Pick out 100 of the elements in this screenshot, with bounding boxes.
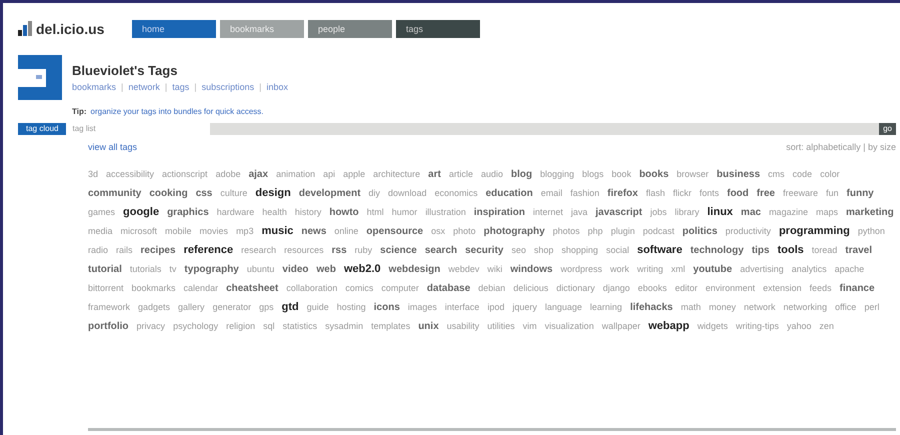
tag-link[interactable]: code [792, 164, 812, 184]
tag-link[interactable]: interface [444, 298, 480, 316]
tag-link[interactable]: guide [306, 298, 329, 316]
tag-link[interactable]: utilities [487, 316, 515, 336]
tag-link[interactable]: apple [343, 164, 366, 184]
tag-link[interactable]: firefox [607, 184, 638, 202]
tag-link[interactable]: gallery [178, 298, 205, 316]
tag-link[interactable]: programming [778, 222, 850, 240]
tag-link[interactable]: food [726, 184, 749, 202]
tag-link[interactable]: work [610, 260, 630, 278]
tag-link[interactable]: wordpress [560, 260, 602, 278]
tag-link[interactable]: ipod [487, 298, 504, 316]
tag-link[interactable]: maps [816, 202, 838, 222]
tag-link[interactable]: recipes [140, 240, 176, 260]
tag-link[interactable]: webapp [648, 316, 690, 336]
tag-link[interactable]: howto [329, 202, 359, 222]
tag-link[interactable]: ebooks [638, 278, 667, 298]
tag-link[interactable]: typography [184, 260, 239, 278]
tag-link[interactable]: media [88, 222, 113, 240]
tag-link[interactable]: extension [762, 278, 802, 298]
tag-link[interactable]: webdesign [388, 260, 440, 278]
tag-link[interactable]: writing-tips [736, 316, 779, 336]
tag-link[interactable]: tools [777, 240, 804, 260]
tag-link[interactable]: sql [263, 316, 275, 336]
filter-field[interactable] [210, 123, 880, 135]
tag-link[interactable]: science [380, 240, 417, 260]
tag-link[interactable]: browser [676, 164, 709, 184]
tag-link[interactable]: web2.0 [344, 260, 381, 278]
tag-link[interactable]: portfolio [88, 316, 129, 336]
nav-tab[interactable]: bookmarks [220, 20, 304, 38]
tag-link[interactable]: audio [480, 164, 504, 184]
tag-link[interactable]: computer [381, 278, 419, 298]
tag-link[interactable]: internet [532, 202, 563, 222]
tag-link[interactable]: flickr [672, 184, 692, 202]
tag-link[interactable]: visualization [544, 316, 594, 336]
tag-link[interactable]: rails [116, 240, 133, 260]
tag-link[interactable]: technology [690, 240, 744, 260]
tag-link[interactable]: blog [511, 164, 532, 184]
tag-link[interactable]: osx [431, 222, 446, 240]
tag-link[interactable]: mp3 [236, 222, 254, 240]
tag-link[interactable]: book [612, 164, 632, 184]
tag-link[interactable]: jobs [650, 202, 667, 222]
tag-link[interactable]: freeware [783, 184, 818, 202]
tag-link[interactable]: dictionary [556, 278, 595, 298]
tag-link[interactable]: actionscript [162, 164, 208, 184]
tag-link[interactable]: unix [418, 316, 439, 336]
tag-link[interactable]: photo [453, 222, 476, 240]
tag-link[interactable]: tutorials [130, 260, 162, 278]
tag-link[interactable]: java [571, 202, 588, 222]
tag-link[interactable]: graphics [167, 202, 209, 222]
tag-link[interactable]: api [323, 164, 336, 184]
tag-link[interactable]: php [588, 222, 603, 240]
tag-link[interactable]: youtube [693, 260, 732, 278]
tag-link[interactable]: free [756, 184, 775, 202]
profile-link[interactable]: inbox [266, 81, 288, 94]
tag-link[interactable]: funny [846, 184, 874, 202]
nav-tab[interactable]: people [308, 20, 392, 38]
tag-link[interactable]: google [123, 202, 160, 222]
tag-link[interactable]: gadgets [138, 298, 170, 316]
tag-link[interactable]: perl [864, 298, 880, 316]
tag-link[interactable]: usability [446, 316, 480, 336]
nav-tab[interactable]: home [132, 20, 216, 38]
tag-link[interactable]: photos [552, 222, 580, 240]
tag-link[interactable]: diy [368, 184, 380, 202]
tag-link[interactable]: writing [637, 260, 664, 278]
tag-link[interactable]: resources [284, 240, 324, 260]
tag-link[interactable]: flash [646, 184, 665, 202]
tag-link[interactable]: politics [682, 222, 718, 240]
tag-link[interactable]: microsoft [120, 222, 158, 240]
tag-link[interactable]: cooking [149, 184, 188, 202]
tag-link[interactable]: gtd [282, 298, 299, 316]
tag-link[interactable]: language [544, 298, 582, 316]
tag-link[interactable]: learning [590, 298, 622, 316]
tag-link[interactable]: tips [752, 240, 770, 260]
tag-link[interactable]: games [88, 202, 116, 222]
tag-link[interactable]: cheatsheet [226, 278, 278, 298]
tag-link[interactable]: debian [478, 278, 506, 298]
tag-link[interactable]: accessibility [106, 164, 154, 184]
tag-link[interactable]: database [426, 278, 470, 298]
tag-link[interactable]: python [858, 222, 885, 240]
tag-link[interactable]: plugin [610, 222, 635, 240]
tag-link[interactable]: inspiration [474, 202, 525, 222]
tag-link[interactable]: bookmarks [132, 278, 176, 298]
tag-link[interactable]: fun [826, 184, 839, 202]
tag-link[interactable]: delicious [513, 278, 548, 298]
tag-link[interactable]: statistics [282, 316, 318, 336]
tag-link[interactable]: gps [259, 298, 274, 316]
tag-link[interactable]: blogs [582, 164, 604, 184]
tag-link[interactable]: images [408, 298, 437, 316]
tag-link[interactable]: environment [705, 278, 755, 298]
tag-link[interactable]: music [262, 222, 294, 240]
profile-link[interactable]: bookmarks [72, 81, 116, 94]
tag-link[interactable]: security [465, 240, 504, 260]
tag-link[interactable]: fonts [699, 184, 719, 202]
tag-link[interactable]: video [282, 260, 309, 278]
tag-link[interactable]: productivity [725, 222, 771, 240]
tag-link[interactable]: finance [840, 278, 875, 298]
tag-link[interactable]: privacy [136, 316, 166, 336]
tag-link[interactable]: lifehacks [630, 298, 673, 316]
tag-link[interactable]: linux [707, 202, 733, 222]
